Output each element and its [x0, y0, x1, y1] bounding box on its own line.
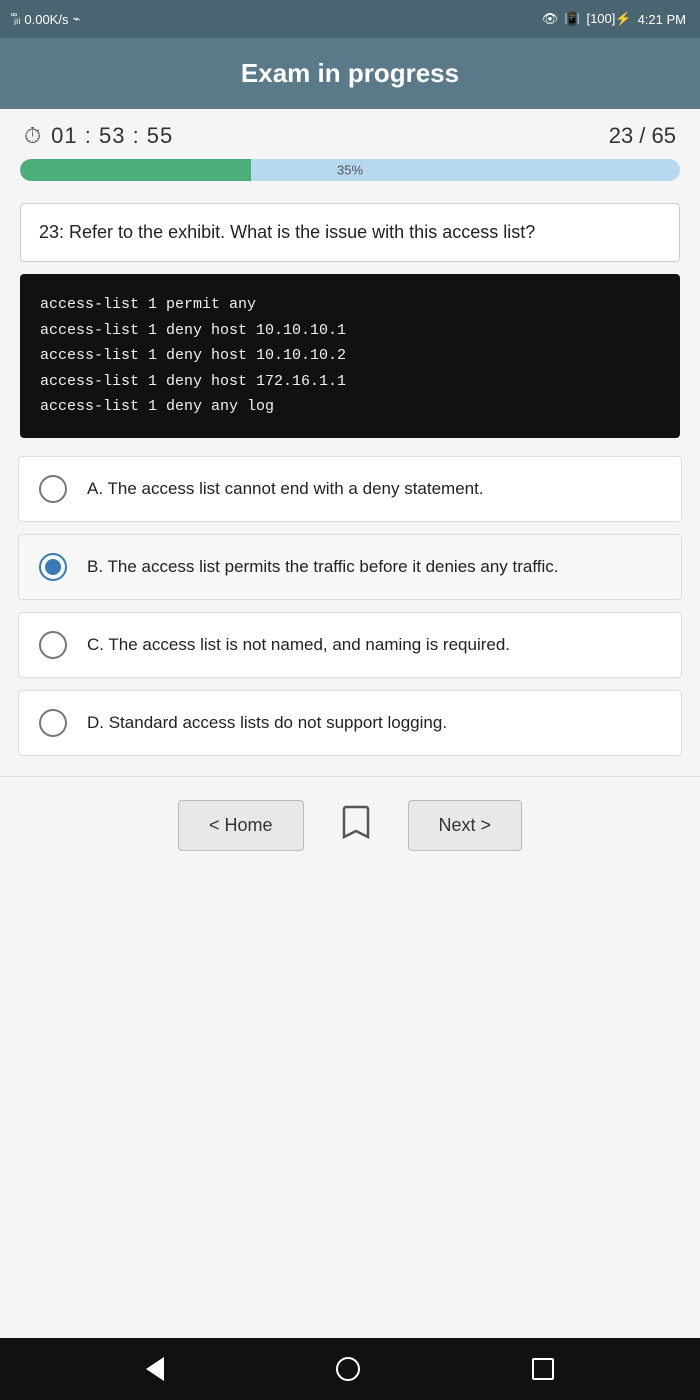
radio-d — [39, 709, 67, 737]
time-display: 4:21 PM — [638, 12, 686, 27]
home-button[interactable]: < Home — [178, 800, 304, 851]
timer-display: 01 : 53 : 55 — [51, 123, 173, 149]
battery-icon: [100]⚡ — [586, 11, 631, 27]
question-text: 23: Refer to the exhibit. What is the is… — [39, 222, 535, 242]
status-bar-left: ᪲ᵢₗₗ 0.00K/s ⌁ — [14, 10, 80, 28]
code-line-3: access-list 1 deny host 10.10.10.2 — [40, 343, 660, 369]
option-a-text: A. The access list cannot end with a den… — [87, 477, 484, 501]
option-d[interactable]: D. Standard access lists do not support … — [18, 690, 682, 756]
recents-button[interactable] — [532, 1358, 554, 1380]
timer-row: ⏱ 01 : 53 : 55 23 / 65 — [0, 109, 700, 159]
option-b-text: B. The access list permits the traffic b… — [87, 555, 559, 579]
options-container: A. The access list cannot end with a den… — [0, 456, 700, 766]
option-c[interactable]: C. The access list is not named, and nam… — [18, 612, 682, 678]
option-b[interactable]: B. The access list permits the traffic b… — [18, 534, 682, 600]
code-line-2: access-list 1 deny host 10.10.10.1 — [40, 318, 660, 344]
code-line-5: access-list 1 deny any log — [40, 394, 660, 420]
question-box: 23: Refer to the exhibit. What is the is… — [20, 203, 680, 262]
exam-header: Exam in progress — [0, 38, 700, 109]
progress-label: 35% — [337, 163, 363, 178]
option-d-text: D. Standard access lists do not support … — [87, 711, 447, 735]
radio-b-inner — [45, 559, 61, 575]
content-area: ⏱ 01 : 53 : 55 23 / 65 35% 23: Refer to … — [0, 109, 700, 1338]
phone-container: ᪲ᵢₗₗ 0.00K/s ⌁ 👁 📳 [100]⚡ 4:21 PM Exam i… — [0, 0, 700, 1400]
radio-b — [39, 553, 67, 581]
progress-bar-fill — [20, 159, 251, 181]
speed-indicator: 0.00K/s — [24, 12, 68, 27]
next-button[interactable]: Next > — [408, 800, 523, 851]
code-block: access-list 1 permit any access-list 1 d… — [20, 274, 680, 438]
radio-c — [39, 631, 67, 659]
signal-icon: ᪲ᵢₗₗ — [14, 10, 20, 28]
vibrate-icon: 📳 — [564, 11, 580, 27]
code-line-1: access-list 1 permit any — [40, 292, 660, 318]
timer-left: ⏱ 01 : 53 : 55 — [24, 123, 173, 149]
bookmark-icon — [342, 805, 370, 839]
back-button[interactable] — [146, 1357, 164, 1381]
progress-bar-background: 35% — [20, 159, 680, 181]
radio-a — [39, 475, 67, 503]
status-bar-right: 👁 📳 [100]⚡ 4:21 PM — [542, 11, 686, 27]
exam-title: Exam in progress — [241, 58, 459, 88]
status-bar: ᪲ᵢₗₗ 0.00K/s ⌁ 👁 📳 [100]⚡ 4:21 PM — [0, 0, 700, 38]
eye-icon: 👁 — [542, 11, 559, 27]
android-nav-bar — [0, 1338, 700, 1400]
timer-icon: ⏱ — [24, 123, 41, 149]
bottom-navigation: < Home Next > — [0, 776, 700, 874]
bookmark-button[interactable] — [334, 797, 378, 854]
option-c-text: C. The access list is not named, and nam… — [87, 633, 510, 657]
option-a[interactable]: A. The access list cannot end with a den… — [18, 456, 682, 522]
question-count: 23 / 65 — [609, 123, 676, 149]
progress-container: 35% — [0, 159, 700, 195]
home-nav-button[interactable] — [336, 1357, 360, 1381]
usb-icon: ⌁ — [72, 11, 80, 27]
code-line-4: access-list 1 deny host 172.16.1.1 — [40, 369, 660, 395]
